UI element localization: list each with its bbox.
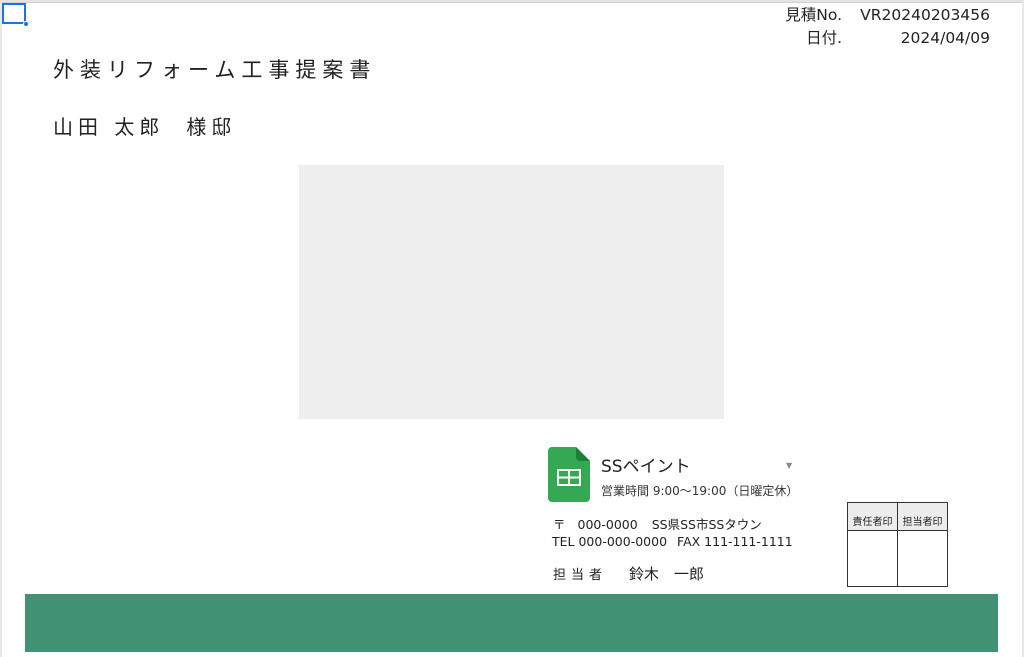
estimate-date-value: 2024/04/09 xyxy=(900,29,990,47)
estimate-number-value: VR20240203456 xyxy=(860,6,990,24)
stamp-header-manager: 責任者印 xyxy=(847,502,898,531)
chevron-down-icon[interactable]: ▼ xyxy=(786,461,792,470)
customer-line: 山田 太郎 様邸 xyxy=(53,111,236,140)
stamp-header-rep: 担当者印 xyxy=(897,502,948,531)
stamp-cell-rep[interactable] xyxy=(897,530,948,587)
estimate-number-label: 見積No. xyxy=(785,6,842,24)
estimate-meta: 見積No. VR20240203456 日付. 2024/04/09 xyxy=(785,4,990,50)
business-hours: 営業時間 9:00〜19:00（日曜定休） xyxy=(601,484,799,498)
rep-label: 担当者 xyxy=(553,568,608,583)
customer-name: 山田 太郎 xyxy=(53,115,165,139)
stamp-cell-manager[interactable] xyxy=(847,530,898,587)
company-name: SSペイント xyxy=(601,457,691,477)
stamp-table: 責任者印 担当者印 xyxy=(847,502,948,587)
estimate-number-row: 見積No. VR20240203456 xyxy=(785,4,990,27)
fax-number: FAX 111-111-1111 xyxy=(677,534,793,549)
sheet-top-border xyxy=(0,0,1024,3)
address-text: SS県SS市SSタウン xyxy=(651,517,762,532)
tel-number: TEL 000-000-0000 xyxy=(552,534,668,549)
sheet-left-gutter xyxy=(0,0,2,657)
representative: 担当者 鈴木 一郎 xyxy=(553,563,704,584)
estimate-date-label: 日付. xyxy=(806,29,842,47)
google-sheets-icon[interactable] xyxy=(548,447,590,502)
estimate-date-row: 日付. 2024/04/09 xyxy=(785,27,990,50)
company-address: 〒 000-0000 SS県SS市SSタウン xyxy=(553,514,762,533)
footer-band xyxy=(25,594,998,652)
document-title: 外装リフォーム工事提案書 xyxy=(53,58,377,82)
customer-honorific: 様邸 xyxy=(186,115,237,139)
photo-placeholder xyxy=(299,165,724,419)
postal-mark: 〒 xyxy=(553,517,566,532)
cell-selection[interactable] xyxy=(2,3,26,24)
rep-name: 鈴木 一郎 xyxy=(629,565,705,583)
company-phone: TEL 000-000-0000 FAX 111-111-1111 xyxy=(552,534,793,549)
fill-handle[interactable] xyxy=(23,21,29,27)
postal-code: 000-0000 xyxy=(577,517,638,532)
